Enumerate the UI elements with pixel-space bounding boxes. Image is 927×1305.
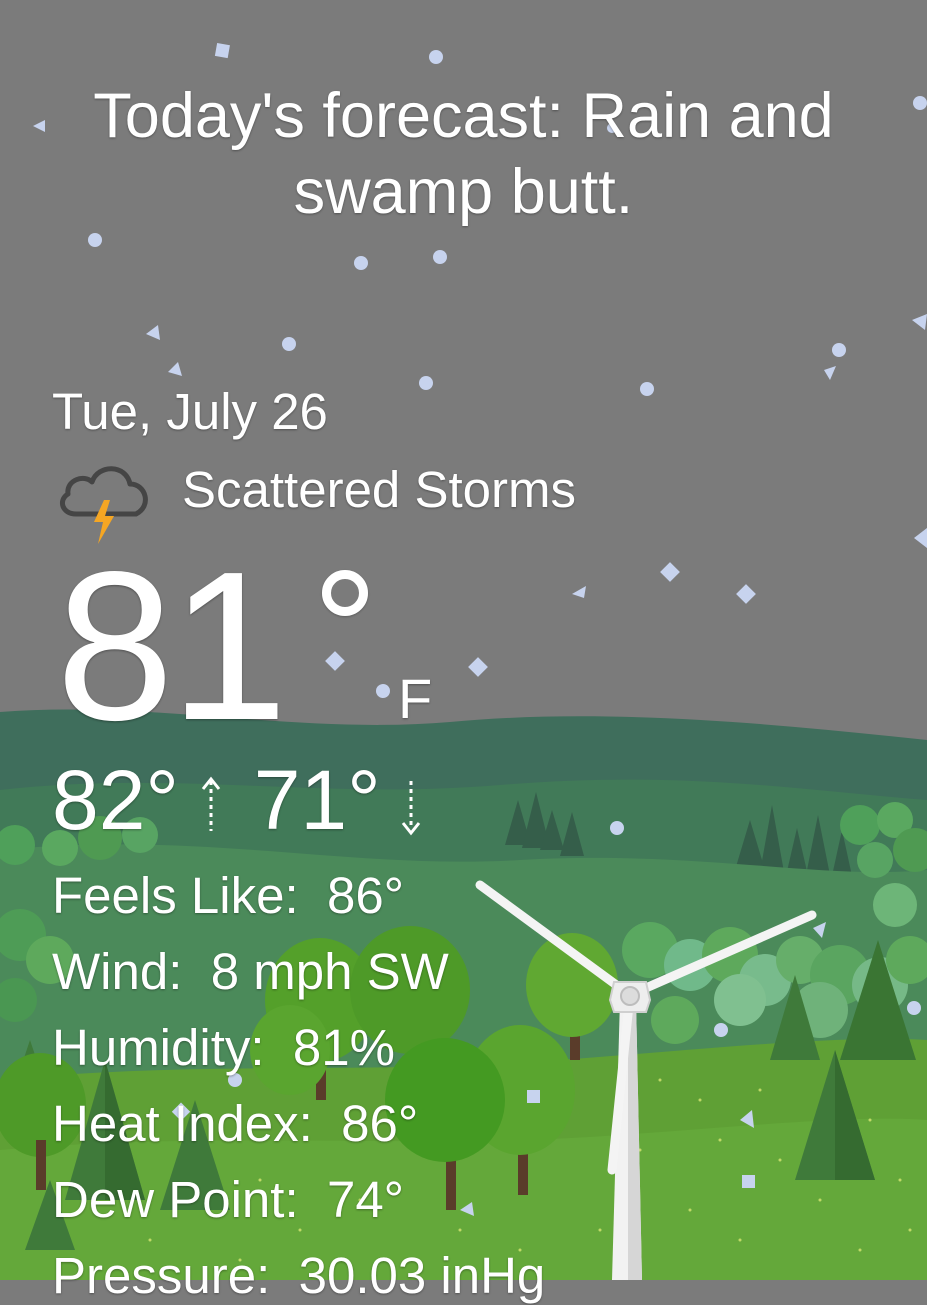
metric-wind: Wind: 8 mph SW	[52, 942, 449, 1001]
metric-value: 74°	[326, 1171, 405, 1228]
metric-label: Wind:	[52, 943, 183, 1000]
metric-value: 81%	[292, 1019, 395, 1076]
high-low-row: 82° 71°	[52, 752, 422, 849]
low-temperature: 71°	[253, 753, 381, 847]
metric-label: Humidity:	[52, 1019, 265, 1076]
metric-pressure: Pressure: 30.03 inHg	[52, 1246, 545, 1305]
metric-feels-like: Feels Like: 86°	[52, 866, 404, 925]
metric-value: 86°	[326, 867, 405, 924]
metric-dew-point: Dew Point: 74°	[52, 1170, 404, 1229]
metric-humidity: Humidity: 81%	[52, 1018, 395, 1077]
metric-heat-index: Heat Index: 86°	[52, 1094, 418, 1153]
degree-symbol	[322, 570, 368, 616]
metric-label: Pressure:	[52, 1247, 271, 1304]
metric-value: 86°	[341, 1095, 419, 1152]
metric-value: 30.03 inHg	[298, 1247, 546, 1304]
current-date: Tue, July 26	[52, 383, 328, 440]
metric-label: Dew Point:	[52, 1171, 299, 1228]
current-temperature: 81	[56, 527, 288, 764]
arrow-up-icon	[202, 776, 221, 831]
condition-text: Scattered Storms	[182, 461, 576, 518]
metric-value: 8 mph SW	[210, 943, 449, 1000]
forecast-message: Today's forecast: Rain and swamp butt.	[93, 81, 834, 227]
metric-label: Heat Index:	[52, 1095, 313, 1152]
arrow-down-icon	[401, 781, 421, 836]
high-temperature: 82°	[52, 753, 180, 847]
temperature-unit: F	[398, 667, 433, 730]
metric-label: Feels Like:	[52, 867, 299, 924]
